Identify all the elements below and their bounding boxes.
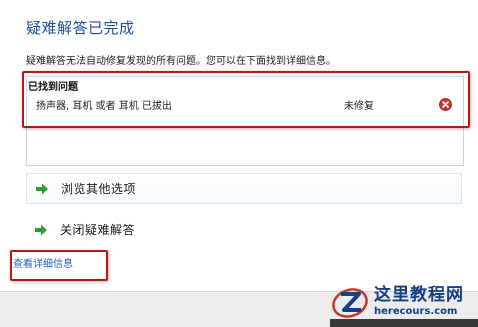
green-arrow-icon	[35, 224, 47, 235]
page-title: 疑难解答已完成	[26, 19, 135, 37]
troubleshooter-window: 疑难解答已完成 疑难解答无法自动修复发现的所有问题。您可以在下面找到详细信息。 …	[0, 0, 478, 327]
watermark-logo-icon	[332, 288, 368, 318]
details-highlight-annotation	[10, 250, 108, 281]
watermark-title: 这里教程网	[374, 285, 464, 305]
browse-options-label: 浏览其他选项	[61, 182, 137, 196]
green-arrow-icon	[36, 183, 48, 194]
watermark-url: herecours.com	[374, 306, 458, 317]
page-description: 疑难解答无法自动修复发现的所有问题。您可以在下面找到详细信息。	[26, 56, 336, 67]
watermark: 这里教程网 herecours.com	[330, 282, 478, 322]
close-troubleshooter-label: 关闭疑难解答	[60, 223, 136, 237]
close-troubleshooter-button[interactable]: 关闭疑难解答	[26, 214, 462, 245]
browse-options-button[interactable]: 浏览其他选项	[26, 173, 462, 204]
issues-highlight-annotation	[22, 71, 470, 128]
